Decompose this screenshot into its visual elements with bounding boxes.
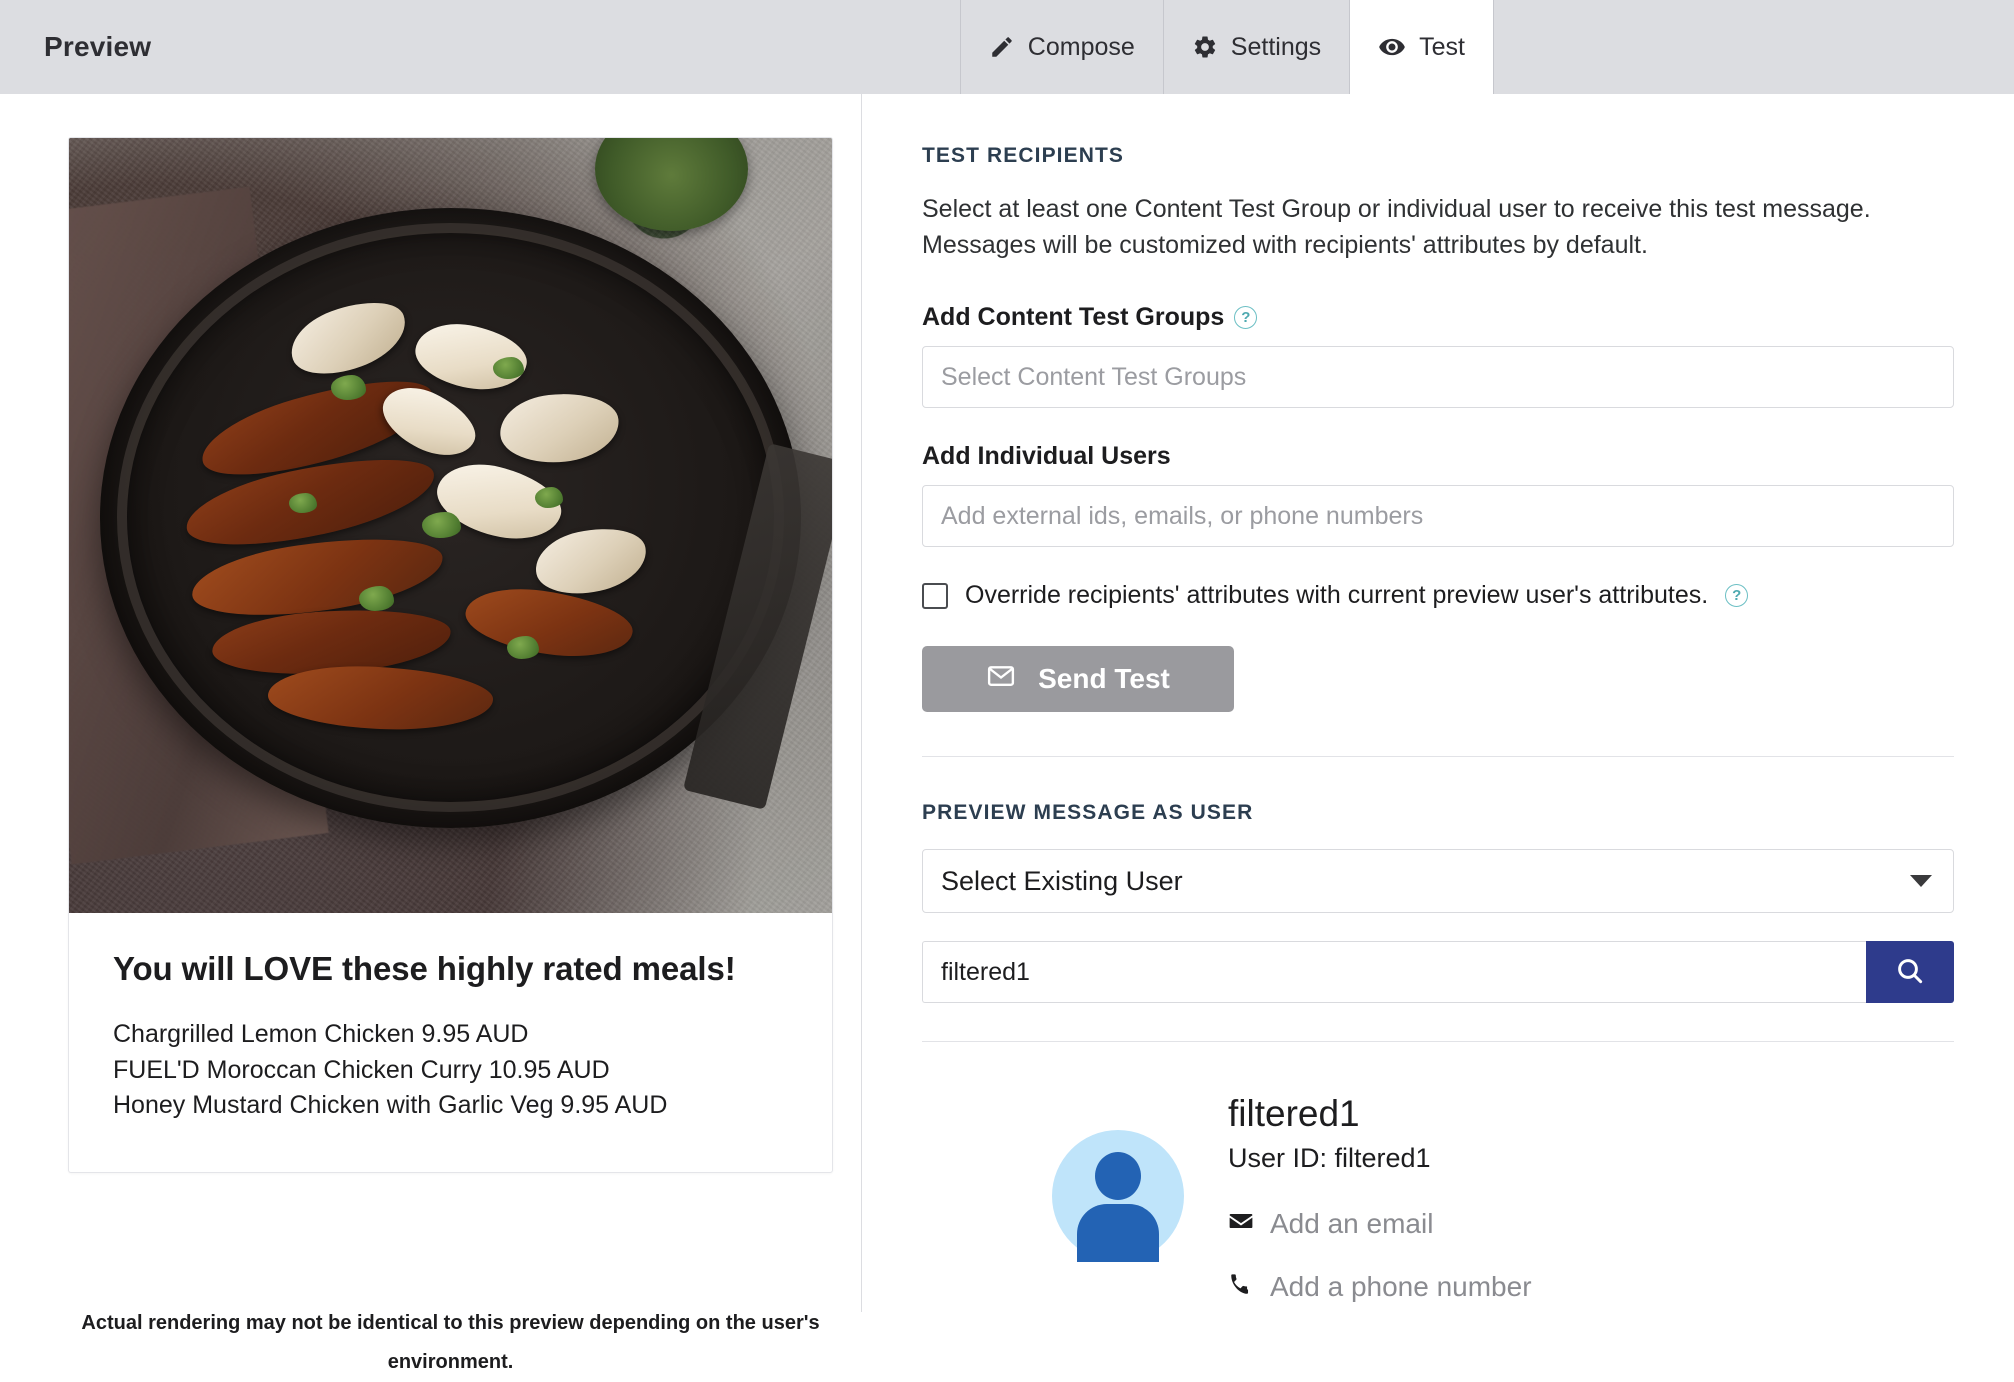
preview-as-user-section: PREVIEW MESSAGE AS USER Select Existing … [862,757,2014,1042]
content-test-groups-field: Add Content Test Groups ? [922,303,1954,408]
individual-users-label-row: Add Individual Users [922,442,1954,471]
preview-item-2: Honey Mustard Chicken with Garlic Veg 9.… [113,1091,668,1120]
preview-headline: You will LOVE these highly rated meals! [113,950,736,987]
individual-users-input[interactable] [922,485,1954,547]
main-content: You will LOVE these highly rated meals! … [0,94,2014,1373]
test-recipients-section: TEST RECIPIENTS Select at least one Cont… [862,94,2014,757]
preview-hero-image [69,138,832,913]
top-bar: Preview Compose Settings Test [0,0,2014,94]
send-test-button[interactable]: Send Test [922,646,1234,712]
existing-user-select-wrap: Select Existing User [922,849,1954,913]
preview-item-1: FUEL'D Moroccan Chicken Curry 10.95 AUD [113,1055,610,1084]
tab-test[interactable]: Test [1349,0,1494,94]
tab-settings-label: Settings [1230,32,1322,61]
test-recipients-description: Select at least one Content Test Group o… [922,195,1871,259]
page-title: Preview [44,31,152,62]
add-phone-link[interactable]: Add a phone number [1228,1271,1532,1304]
message-preview-card: You will LOVE these highly rated meals! … [68,137,833,1173]
tab-test-label: Test [1419,32,1465,61]
user-search-row [922,941,1954,1003]
user-search-button[interactable] [1866,941,1954,1003]
help-icon-content-test-groups[interactable]: ? [1234,306,1258,329]
envelope-icon [1228,1208,1254,1241]
test-recipients-heading: TEST RECIPIENTS [922,144,1125,167]
test-pane: TEST RECIPIENTS Select at least one Cont… [862,94,2014,1312]
send-test-button-label: Send Test [1038,663,1170,694]
user-result-id: User ID: filtered1 [1228,1142,1431,1173]
user-result-card[interactable]: filtered1 User ID: filtered1 Add an emai… [862,1042,2014,1334]
individual-users-field: Add Individual Users [922,442,1954,547]
content-test-groups-label: Add Content Test Groups [922,303,1225,331]
tab-settings[interactable]: Settings [1162,0,1349,94]
gear-icon [1192,34,1218,60]
content-test-groups-label-row: Add Content Test Groups ? [922,303,1954,332]
individual-users-label: Add Individual Users [922,442,1171,470]
user-result-info: filtered1 User ID: filtered1 Add an emai… [1228,1088,1532,1334]
override-attributes-label: Override recipients' attributes with cur… [965,581,1709,609]
tab-compose-label: Compose [1027,32,1135,61]
add-phone-label: Add a phone number [1270,1271,1532,1303]
preview-pane: You will LOVE these highly rated meals! … [0,94,862,1373]
phone-icon [1228,1271,1254,1304]
help-icon-override-attributes[interactable]: ? [1725,584,1749,607]
override-attributes-checkbox[interactable] [922,582,948,609]
tab-compose[interactable]: Compose [959,0,1163,94]
envelope-icon [986,661,1016,698]
add-email-link[interactable]: Add an email [1228,1208,1532,1241]
preview-item-0: Chargrilled Lemon Chicken 9.95 AUD [113,1020,529,1049]
search-icon [1894,955,1926,990]
preview-disclaimer: Actual rendering may not be identical to… [81,1312,820,1373]
existing-user-select[interactable]: Select Existing User [922,849,1954,913]
content-test-groups-input[interactable] [922,346,1954,408]
preview-as-user-heading: PREVIEW MESSAGE AS USER [922,801,1254,824]
user-result-name: filtered1 [1228,1093,1360,1134]
topbar-tail [1494,0,2014,94]
eye-icon [1378,33,1406,61]
add-email-label: Add an email [1270,1208,1434,1240]
pencil-icon [989,34,1015,60]
existing-user-select-value: Select Existing User [941,865,1183,896]
override-attributes-row: Override recipients' attributes with cur… [922,581,1954,610]
tab-strip: Compose Settings Test [959,0,1494,94]
user-search-input[interactable] [922,941,1866,1003]
preview-text-body: You will LOVE these highly rated meals! … [69,913,832,1172]
person-avatar-icon [1052,1130,1184,1262]
